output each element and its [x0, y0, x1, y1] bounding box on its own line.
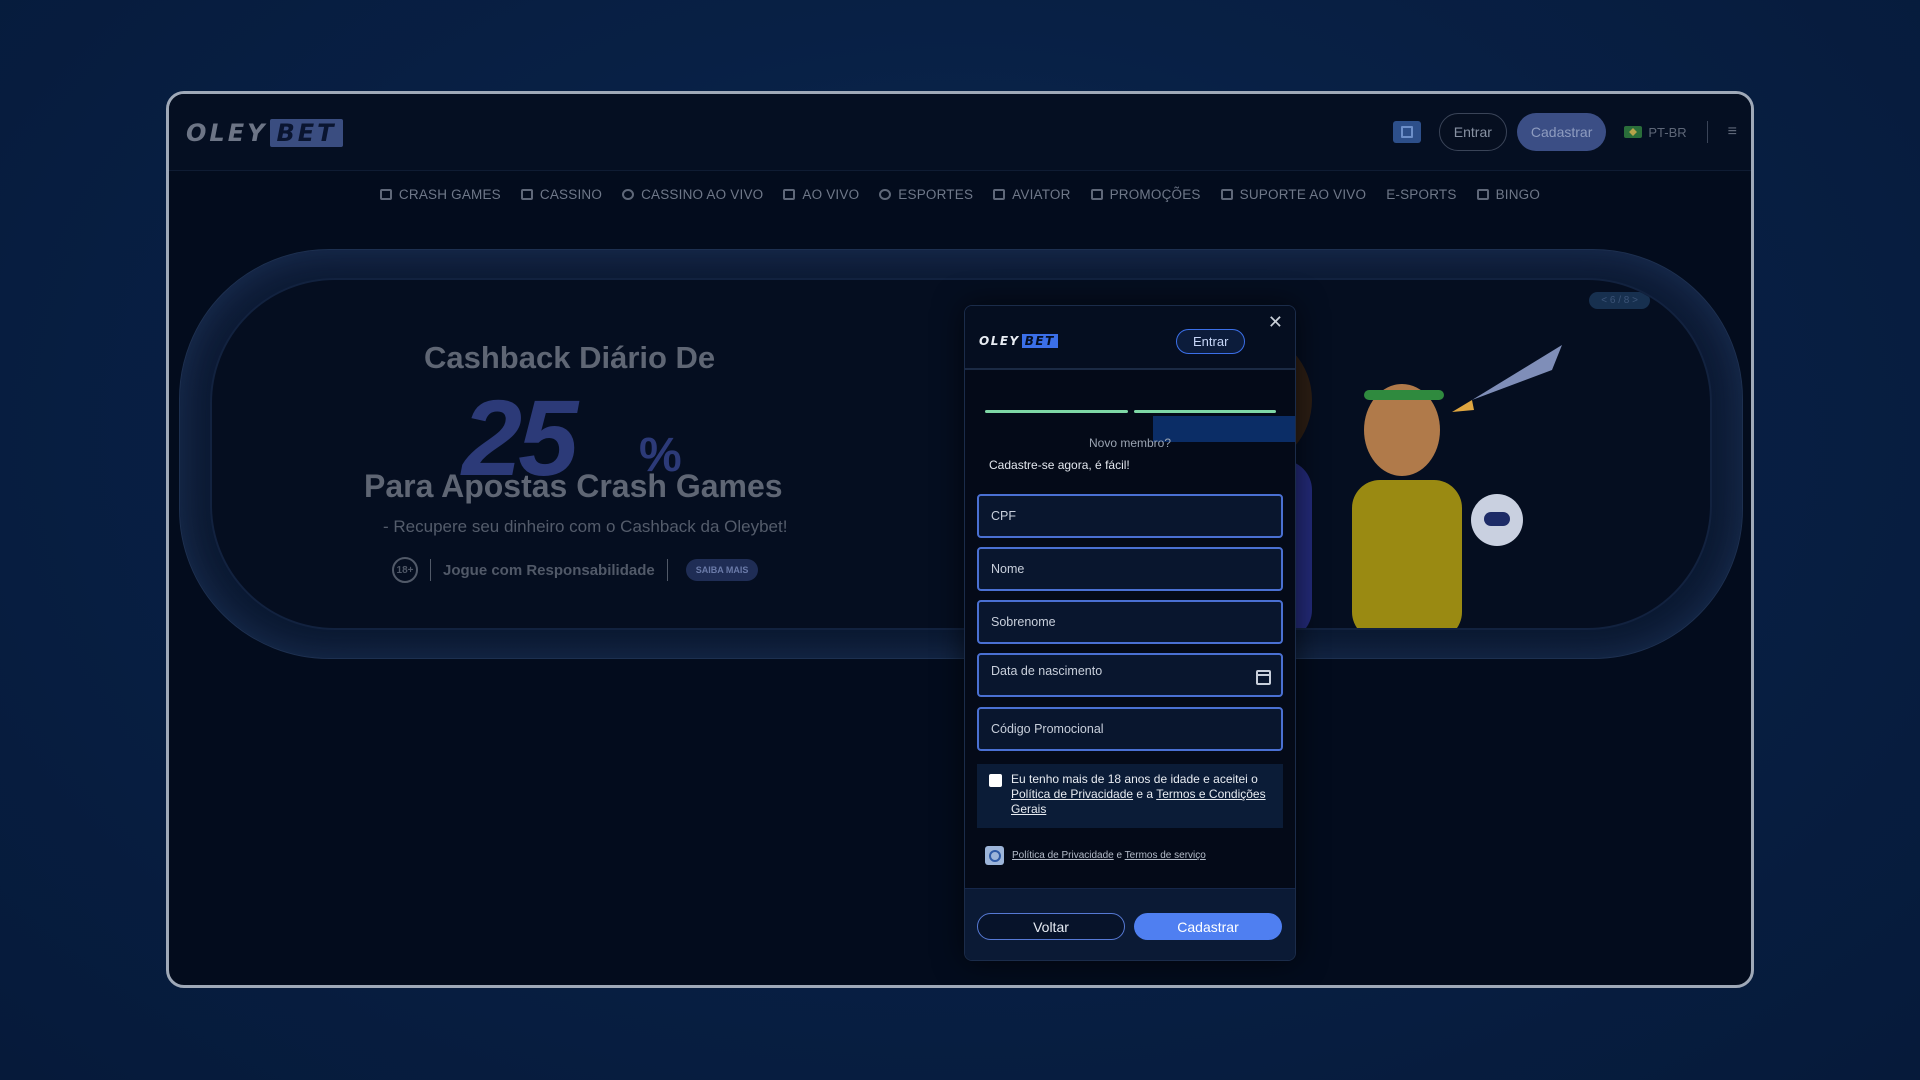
- nav-item-esportes[interactable]: ESPORTES: [879, 187, 973, 202]
- site-logo[interactable]: OLEY BET: [186, 119, 343, 147]
- new-member-text: Novo membro?: [1088, 436, 1172, 450]
- ball-icon: [879, 188, 892, 200]
- bingo-icon: [1476, 188, 1489, 200]
- cpf-input[interactable]: CPF: [977, 494, 1283, 538]
- saiba-mais-button[interactable]: SAIBA MAIS: [685, 559, 759, 581]
- nav-item-promocoes[interactable]: PROMOÇÕES: [1090, 186, 1201, 202]
- agree-text-1: Eu tenho mais de 18 anos de idade e acei…: [1011, 772, 1258, 786]
- browser-frame: OLEY BET Entrar Cadastrar PT-BR ≡ CRASH …: [166, 91, 1754, 988]
- nav-label: CRASH GAMES: [398, 186, 501, 202]
- modal-login-button[interactable]: Entrar: [1176, 329, 1246, 354]
- nav-label: AO VIVO: [802, 186, 860, 202]
- nav-item-cassino[interactable]: CASSINO: [520, 186, 603, 202]
- banner-recover-text: - Recupere seu dinheiro com o Cashback d…: [383, 517, 788, 536]
- progress-step-2: [1133, 410, 1276, 413]
- hamburger-menu-icon[interactable]: ≡: [1728, 123, 1737, 141]
- modal-logo: OLEY BET: [979, 334, 1058, 348]
- step-progress: [985, 410, 1276, 413]
- close-icon[interactable]: ✕: [1268, 312, 1283, 333]
- agree-text-2: e a: [1133, 787, 1157, 801]
- nav-item-bingo[interactable]: BINGO: [1476, 186, 1541, 202]
- nav-label: BINGO: [1495, 186, 1541, 202]
- modal-footer: Voltar Cadastrar: [965, 888, 1295, 960]
- recaptcha-icon: [985, 846, 1004, 865]
- age-18-icon: 18+: [392, 557, 418, 583]
- modal-header: OLEY BET Entrar ✕: [965, 306, 1295, 370]
- nav-label: E-SPORTS: [1386, 186, 1457, 202]
- privacy-policy-link[interactable]: Política de Privacidade: [1011, 787, 1133, 801]
- divider: [666, 559, 668, 581]
- register-easy-text: Cadastre-se agora, é fácil!: [989, 458, 1130, 472]
- terms-checkbox[interactable]: [989, 774, 1002, 787]
- header-actions: Entrar Cadastrar PT-BR ≡: [1392, 113, 1737, 151]
- nav-item-crash-games[interactable]: CRASH GAMES: [379, 186, 501, 202]
- recaptcha-text: Política de Privacidade e Termos de serv…: [1012, 850, 1206, 861]
- logo-text-oley: OLEY: [979, 334, 1020, 348]
- nav-label: SUPORTE AO VIVO: [1239, 186, 1367, 202]
- banner-subtitle: Para Apostas Crash Games: [364, 468, 783, 504]
- main-nav: CRASH GAMES CASSINO CASSINO AO VIVO AO V…: [169, 172, 1751, 216]
- nav-label: PROMOÇÕES: [1109, 186, 1201, 202]
- nav-item-aviator[interactable]: AVIATOR: [993, 187, 1070, 202]
- plane-icon: [993, 188, 1006, 200]
- chip-icon: [622, 188, 635, 200]
- language-selector[interactable]: PT-BR: [1624, 124, 1687, 140]
- logo-text-oley: OLEY: [186, 119, 268, 147]
- nav-label: CASSINO: [539, 186, 603, 202]
- register-modal: OLEY BET Entrar ✕ Novo membro? Cadastre-s…: [964, 305, 1296, 961]
- submit-register-button[interactable]: Cadastrar: [1134, 913, 1282, 940]
- live-icon: [783, 188, 796, 200]
- nav-item-cassino-ao-vivo[interactable]: CASSINO AO VIVO: [622, 187, 763, 202]
- nav-label: ESPORTES: [898, 186, 974, 202]
- recaptcha-notice: Política de Privacidade e Termos de serv…: [985, 846, 1206, 865]
- birthdate-label: Data de nascimento: [991, 664, 1103, 678]
- banner-inner: Cashback Diário De 25 % Para Apostas Cra…: [210, 278, 1712, 630]
- logo-text-bet: BET: [1021, 334, 1058, 348]
- header-login-button[interactable]: Entrar: [1438, 113, 1507, 151]
- gift-icon[interactable]: [1392, 121, 1421, 143]
- recaptcha-terms-link[interactable]: Termos de serviço: [1125, 850, 1206, 861]
- responsible-gaming: 18+ Jogue com Responsabilidade SAIBA MAI…: [392, 557, 759, 583]
- logo-text-bet: BET: [270, 119, 343, 147]
- nav-item-ao-vivo[interactable]: AO VIVO: [783, 187, 859, 202]
- promo-banner[interactable]: Cashback Diário De 25 % Para Apostas Cra…: [179, 249, 1743, 659]
- nav-item-suporte[interactable]: SUPORTE AO VIVO: [1220, 186, 1367, 202]
- header-divider: [1706, 121, 1708, 143]
- recaptcha-privacy-link[interactable]: Política de Privacidade: [1012, 850, 1114, 861]
- gift-icon: [1090, 188, 1103, 200]
- responsible-text: Jogue com Responsabilidade: [443, 561, 655, 579]
- banner-title: Cashback Diário De: [424, 340, 716, 375]
- birthdate-input[interactable]: Data de nascimento: [977, 653, 1283, 697]
- top-header: OLEY BET Entrar Cadastrar PT-BR ≡: [169, 94, 1751, 171]
- recaptcha-and: e: [1113, 850, 1125, 861]
- surname-input[interactable]: Sobrenome: [977, 600, 1283, 644]
- brazil-flag-icon: [1624, 126, 1643, 138]
- calendar-icon[interactable]: [1256, 670, 1271, 685]
- header-register-button[interactable]: Cadastrar: [1516, 113, 1607, 151]
- chart-icon: [379, 188, 392, 200]
- nav-label: CASSINO AO VIVO: [641, 186, 764, 202]
- progress-step-1: [985, 410, 1128, 413]
- chat-icon: [1220, 188, 1233, 200]
- divider: [430, 559, 431, 581]
- promo-code-input[interactable]: Código Promocional: [977, 707, 1283, 751]
- language-label: PT-BR: [1648, 124, 1687, 140]
- back-button[interactable]: Voltar: [977, 913, 1125, 940]
- modal-body: Novo membro? Cadastre-se agora, é fácil!…: [965, 370, 1295, 900]
- slots-icon: [520, 188, 533, 200]
- nav-label: AVIATOR: [1012, 186, 1071, 202]
- terms-agreement: Eu tenho mais de 18 anos de idade e acei…: [977, 764, 1283, 828]
- nav-item-esports[interactable]: E-SPORTS: [1386, 187, 1456, 202]
- name-input[interactable]: Nome: [977, 547, 1283, 591]
